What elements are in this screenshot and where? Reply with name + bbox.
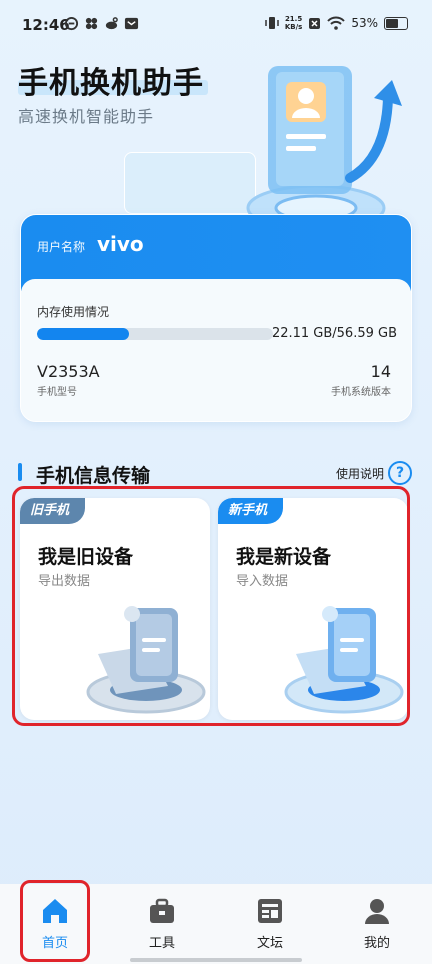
os-version-caption: 手机系统版本: [331, 387, 391, 398]
message-icon: [124, 17, 139, 30]
no-sim-icon: [309, 17, 321, 29]
forum-icon: [258, 899, 282, 923]
home-nav-highlight: [20, 880, 90, 962]
toolbox-icon: [150, 898, 174, 923]
device-cards-highlight: [12, 486, 410, 726]
memory-progress-fill: [37, 328, 130, 340]
nav-item-forum[interactable]: 文坛: [240, 884, 300, 964]
memory-value: 22.11 GB/56.59 GB: [271, 326, 397, 341]
device-info-card: 用户名称 vivo 内存使用情况 22.11 GB/56.59 GB V2353…: [20, 214, 412, 422]
status-right: 21.5 KB/s 53%: [265, 15, 408, 31]
fan-icon: [85, 17, 98, 30]
status-bar: 12:46 21.5 KB/s 53%: [0, 0, 432, 50]
nav-item-tools[interactable]: 工具: [132, 884, 192, 964]
battery-percent: 53%: [351, 16, 378, 30]
decorative-panel: [124, 152, 256, 214]
memory-progress-bar: [37, 328, 273, 340]
memory-label: 内存使用情况: [37, 305, 110, 319]
model-caption: 手机型号: [37, 387, 77, 398]
device-info-body: 内存使用情况 22.11 GB/56.59 GB V2353A 手机型号 14 …: [21, 279, 411, 421]
wifi-icon: [327, 16, 346, 30]
section-title: 手机信息传输: [36, 465, 151, 487]
status-time: 12:46: [22, 16, 70, 34]
battery-icon: [384, 16, 408, 30]
model-value: V2353A: [37, 362, 100, 381]
help-link[interactable]: 使用说明: [336, 465, 384, 482]
page-title: 手机换机助手: [18, 66, 204, 101]
home-indicator[interactable]: [130, 958, 302, 962]
sync-icon: [64, 16, 79, 31]
weibo-icon: [105, 17, 118, 30]
nav-item-profile[interactable]: 我的: [347, 884, 407, 964]
nav-label-forum: 文坛: [256, 936, 283, 951]
user-name-label: 用户名称: [37, 240, 86, 254]
nav-label-tools: 工具: [148, 936, 175, 951]
vibrate-icon: [265, 17, 279, 29]
section-accent-bar: [18, 463, 22, 481]
nav-label-profile: 我的: [363, 936, 390, 951]
network-speed: 21.5 KB/s: [284, 15, 303, 31]
os-version-value: 14: [370, 362, 391, 381]
profile-icon: [365, 899, 389, 924]
page-subtitle: 高速换机智能助手: [18, 107, 155, 126]
user-name-value: vivo: [97, 232, 144, 256]
help-icon[interactable]: ?: [388, 461, 412, 485]
